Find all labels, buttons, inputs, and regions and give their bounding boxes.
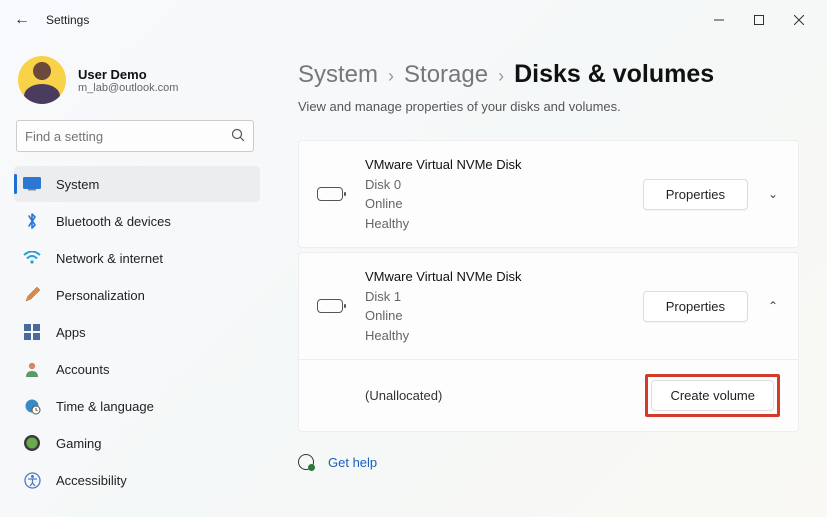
window-title: Settings	[46, 13, 89, 27]
close-button[interactable]	[779, 5, 819, 35]
help-icon	[298, 454, 314, 470]
accessibility-icon	[22, 470, 42, 490]
nav-system[interactable]: System	[14, 166, 260, 202]
properties-button[interactable]: Properties	[643, 291, 748, 322]
properties-button[interactable]: Properties	[643, 179, 748, 210]
nav-label: Accessibility	[56, 473, 127, 488]
disk-id: Disk 0	[365, 175, 643, 195]
chevron-down-icon[interactable]: ⌄	[766, 187, 780, 201]
nav-bluetooth[interactable]: Bluetooth & devices	[14, 203, 260, 239]
window-controls	[699, 5, 819, 35]
nav-time-language[interactable]: Time & language	[14, 388, 260, 424]
breadcrumb-storage[interactable]: Storage	[404, 61, 488, 89]
user-name: User Demo	[78, 67, 178, 82]
disk-info: VMware Virtual NVMe Disk Disk 0 Online H…	[365, 155, 643, 233]
chevron-up-icon[interactable]: ⌃	[766, 299, 780, 313]
minimize-button[interactable]	[699, 5, 739, 35]
nav-label: Personalization	[56, 288, 145, 303]
disk-status: Online	[365, 306, 643, 326]
breadcrumb-system[interactable]: System	[298, 61, 378, 89]
nav-label: Network & internet	[56, 251, 163, 266]
search-icon	[231, 128, 245, 145]
nav-accounts[interactable]: Accounts	[14, 351, 260, 387]
person-icon	[22, 359, 42, 379]
chevron-right-icon: ›	[498, 66, 504, 87]
user-email: m_lab@outlook.com	[78, 82, 178, 94]
nav-gaming[interactable]: Gaming	[14, 425, 260, 461]
page-title: Disks & volumes	[514, 60, 714, 89]
nav-label: System	[56, 177, 99, 192]
disk-icon	[317, 299, 343, 313]
title-bar: ← Settings	[0, 0, 827, 40]
disk-icon	[317, 187, 343, 201]
highlight-annotation: Create volume	[645, 374, 780, 417]
gaming-icon	[22, 433, 42, 453]
disk-info: VMware Virtual NVMe Disk Disk 1 Online H…	[365, 267, 643, 345]
disk-status: Online	[365, 194, 643, 214]
create-volume-button[interactable]: Create volume	[651, 380, 774, 411]
user-profile[interactable]: User Demo m_lab@outlook.com	[18, 56, 260, 104]
volume-label: (Unallocated)	[365, 388, 645, 403]
brush-icon	[22, 285, 42, 305]
nav-label: Accounts	[56, 362, 109, 377]
volume-row: (Unallocated) Create volume	[299, 359, 798, 431]
nav-network[interactable]: Network & internet	[14, 240, 260, 276]
main-content: System › Storage › Disks & volumes View …	[270, 40, 827, 517]
nav-personalization[interactable]: Personalization	[14, 277, 260, 313]
back-button[interactable]: ←	[8, 6, 36, 34]
globe-clock-icon	[22, 396, 42, 416]
nav-accessibility[interactable]: Accessibility	[14, 462, 260, 498]
disk-health: Healthy	[365, 214, 643, 234]
nav-label: Bluetooth & devices	[56, 214, 171, 229]
disk-name: VMware Virtual NVMe Disk	[365, 267, 643, 287]
wifi-icon	[22, 248, 42, 268]
nav-list: System Bluetooth & devices Network & int…	[14, 166, 260, 499]
nav-apps[interactable]: Apps	[14, 314, 260, 350]
bluetooth-icon	[22, 211, 42, 231]
avatar	[18, 56, 66, 104]
get-help-link[interactable]: Get help	[328, 455, 377, 470]
search-box[interactable]	[16, 120, 254, 152]
get-help-row: Get help	[298, 454, 799, 470]
disk-health: Healthy	[365, 326, 643, 346]
breadcrumb: System › Storage › Disks & volumes	[298, 60, 799, 89]
maximize-button[interactable]	[739, 5, 779, 35]
nav-label: Gaming	[56, 436, 102, 451]
chevron-right-icon: ›	[388, 66, 394, 87]
disk-card-0: VMware Virtual NVMe Disk Disk 0 Online H…	[298, 140, 799, 248]
page-subtitle: View and manage properties of your disks…	[298, 99, 799, 114]
disk-card-1: VMware Virtual NVMe Disk Disk 1 Online H…	[298, 252, 799, 432]
disk-name: VMware Virtual NVMe Disk	[365, 155, 643, 175]
nav-label: Time & language	[56, 399, 154, 414]
search-input[interactable]	[25, 129, 231, 144]
sidebar: User Demo m_lab@outlook.com System Bluet…	[0, 40, 270, 517]
system-icon	[22, 174, 42, 194]
nav-label: Apps	[56, 325, 86, 340]
apps-icon	[22, 322, 42, 342]
disk-id: Disk 1	[365, 287, 643, 307]
